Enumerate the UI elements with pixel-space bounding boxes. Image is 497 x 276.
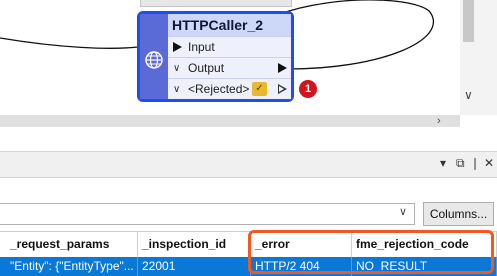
rejected-port-label: <Rejected> xyxy=(188,82,250,96)
chevron-down-icon[interactable]: ∨ xyxy=(464,88,473,102)
node-icon-strip xyxy=(140,14,168,99)
node-title[interactable]: HTTPCaller_2 xyxy=(168,14,291,36)
table-cell[interactable]: 22001 xyxy=(138,257,251,276)
vertical-scrollbar[interactable]: ∨ xyxy=(460,0,497,115)
output-port[interactable]: ∨ Output xyxy=(168,57,291,78)
chevron-down-icon[interactable]: ∨ xyxy=(399,205,407,218)
column-header[interactable]: _request_params xyxy=(0,232,138,257)
float-icon[interactable]: ⧉ xyxy=(456,156,465,171)
input-port-label: Input xyxy=(188,40,215,54)
input-port-arrow-icon[interactable] xyxy=(173,42,182,52)
chevron-down-icon[interactable]: ∨ xyxy=(173,79,180,100)
table-cell[interactable]: "Entity": {"EntityType"... xyxy=(0,257,138,276)
highlight-annotation xyxy=(248,230,494,274)
chevron-down-icon[interactable]: ▾ xyxy=(440,156,446,170)
workspace-canvas[interactable]: HTTPCaller_2 Input ∨ Output ∨ <Rejected>… xyxy=(0,0,460,115)
close-icon[interactable]: ✕ xyxy=(484,156,494,170)
rejected-port[interactable]: ∨ <Rejected> ✓ xyxy=(168,78,291,99)
horizontal-scrollbar[interactable] xyxy=(0,115,460,127)
node-above-edge xyxy=(140,0,292,7)
chevron-down-icon[interactable]: ∨ xyxy=(173,58,180,79)
rejected-count-badge[interactable]: 1 xyxy=(299,80,317,98)
rejected-port-arrow-icon[interactable] xyxy=(278,84,287,94)
input-port[interactable]: Input xyxy=(168,36,291,57)
globe-icon xyxy=(145,51,163,69)
panel-gap xyxy=(0,127,497,151)
output-port-arrow-icon[interactable] xyxy=(278,63,287,73)
column-header[interactable]: _inspection_id xyxy=(138,232,251,257)
columns-button[interactable]: Columns... xyxy=(423,202,494,226)
inspect-icon[interactable]: ✓ xyxy=(252,82,267,96)
pin-icon[interactable]: ❘ xyxy=(470,156,480,170)
panel-title-bar: ▾ ⧉ ❘ ✕ xyxy=(0,151,497,178)
filter-input[interactable] xyxy=(0,203,415,225)
scrollbar-thumb[interactable] xyxy=(463,0,474,42)
output-port-label: Output xyxy=(188,61,225,75)
httpcaller-node[interactable]: HTTPCaller_2 Input ∨ Output ∨ <Rejected>… xyxy=(137,11,294,102)
chevron-right-icon[interactable]: › xyxy=(437,115,451,127)
